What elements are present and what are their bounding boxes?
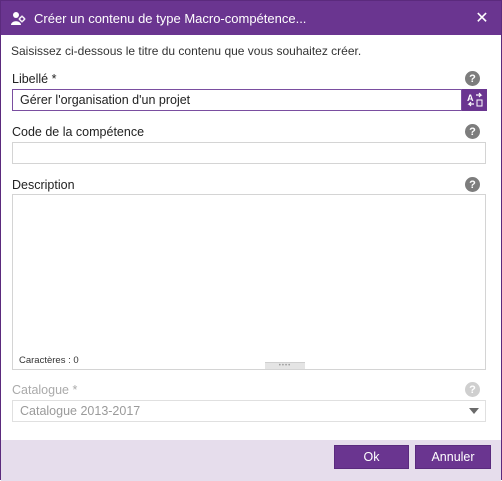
libelle-help-icon[interactable]: ? [465, 71, 480, 86]
macro-competence-icon [10, 10, 26, 26]
svg-text:A: A [467, 93, 474, 103]
dialog-title: Créer un contenu de type Macro-compétenc… [34, 10, 307, 26]
character-counter: Caractères : 0 [19, 355, 79, 366]
close-icon[interactable]: ✕ [469, 5, 495, 31]
libelle-input[interactable]: Gérer l'organisation d'un projet [12, 89, 462, 111]
chevron-down-icon [469, 408, 479, 414]
cancel-button[interactable]: Annuler [415, 445, 491, 469]
code-label: Code de la compétence [12, 125, 145, 139]
description-label: Description [12, 178, 75, 192]
create-content-dialog: Créer un contenu de type Macro-compétenc… [0, 0, 502, 481]
code-help-icon[interactable]: ? [465, 124, 480, 139]
intro-text: Saisissez ci-dessous le titre du contenu… [11, 44, 362, 58]
catalogue-select-value: Catalogue 2013-2017 [20, 404, 141, 418]
description-help-icon[interactable]: ? [465, 177, 480, 192]
resize-handle[interactable]: •••• [265, 362, 305, 369]
description-textarea[interactable]: Caractères : 0 •••• [12, 194, 486, 370]
dialog-footer: Ok Annuler [1, 440, 501, 481]
catalogue-label: Catalogue * [12, 383, 78, 397]
catalogue-help-icon: ? [465, 382, 480, 397]
dialog-titlebar: Créer un contenu de type Macro-compétenc… [1, 1, 501, 35]
ok-button[interactable]: Ok [334, 445, 409, 469]
code-input[interactable] [12, 142, 486, 164]
translate-icon[interactable]: A [462, 89, 487, 111]
catalogue-select: Catalogue 2013-2017 [12, 400, 486, 422]
libelle-label: Libellé * [12, 72, 57, 86]
